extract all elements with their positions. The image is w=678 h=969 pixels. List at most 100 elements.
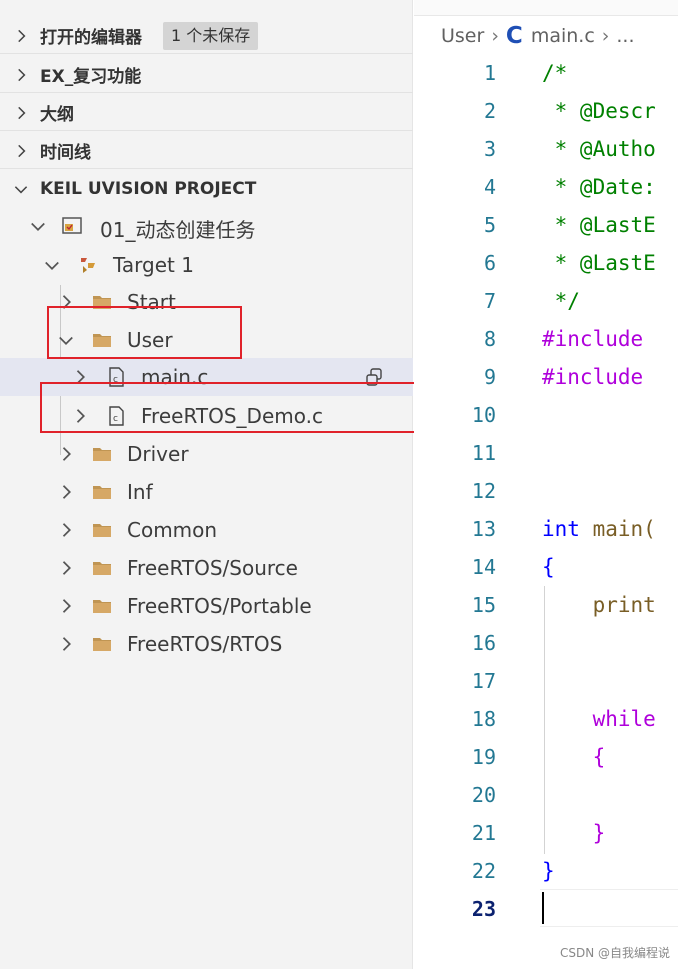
current-line-highlight bbox=[540, 889, 678, 927]
code-line[interactable]: int main( bbox=[542, 510, 656, 548]
line-number: 14 bbox=[471, 555, 496, 579]
line-number: 12 bbox=[471, 479, 496, 503]
code-line[interactable]: * @LastE bbox=[542, 244, 656, 282]
project-icon bbox=[62, 217, 82, 234]
section-title: 大纲 bbox=[40, 104, 74, 125]
breadcrumb-folder[interactable]: User bbox=[441, 25, 484, 47]
breadcrumb: User › C main.c › ... bbox=[441, 22, 635, 50]
folder-icon bbox=[93, 638, 111, 651]
tree-label: Inf bbox=[127, 480, 153, 504]
tree-label: FreeRTOS/Portable bbox=[127, 594, 312, 618]
section-timeline[interactable]: 时间线 bbox=[0, 132, 413, 169]
tree-group-freertos-rtos[interactable]: FreeRTOS/RTOS bbox=[0, 625, 413, 663]
code-line[interactable]: } bbox=[542, 852, 555, 890]
chevron-right-icon bbox=[18, 144, 26, 158]
line-number: 20 bbox=[471, 783, 496, 807]
code-line[interactable]: print bbox=[542, 586, 656, 624]
section-title: KEIL UVISION PROJECT bbox=[40, 178, 257, 199]
code-line[interactable]: * @Autho bbox=[542, 130, 656, 168]
chevron-right-icon bbox=[62, 447, 71, 461]
line-number: 7 bbox=[483, 289, 496, 313]
tab-bar-edge bbox=[414, 0, 678, 16]
tree-group-freertos-portable[interactable]: FreeRTOS/Portable bbox=[0, 587, 413, 625]
tree-project[interactable]: 01_动态创建任务 bbox=[0, 207, 413, 245]
code-line[interactable]: * @Date: bbox=[542, 168, 656, 206]
chevron-down-icon bbox=[45, 261, 59, 270]
tree-label: FreeRTOS/Source bbox=[127, 556, 298, 580]
folder-icon bbox=[93, 562, 111, 575]
code-line[interactable]: * @Descr bbox=[542, 92, 656, 130]
target-label: Target 1 bbox=[113, 253, 194, 277]
code-line[interactable]: * @LastE bbox=[542, 206, 656, 244]
section-title: 时间线 bbox=[40, 142, 91, 163]
tree-group-driver[interactable]: Driver bbox=[0, 435, 413, 473]
chevron-down-icon bbox=[14, 186, 28, 194]
code-line[interactable]: while bbox=[542, 700, 656, 738]
line-number: 22 bbox=[471, 859, 496, 883]
line-number: 1 bbox=[483, 61, 496, 85]
chevron-down-icon bbox=[31, 222, 45, 231]
line-number: 18 bbox=[471, 707, 496, 731]
tree-group-freertos-source[interactable]: FreeRTOS/Source bbox=[0, 549, 413, 587]
text-cursor bbox=[542, 892, 544, 924]
tree-target[interactable]: Target 1 bbox=[0, 246, 413, 284]
tree-label: Common bbox=[127, 518, 218, 542]
chevron-right-icon bbox=[62, 561, 71, 575]
chevron-right-icon bbox=[62, 599, 71, 613]
chevron-right-icon bbox=[62, 523, 71, 537]
section-outline[interactable]: 大纲 bbox=[0, 94, 413, 131]
line-number: 16 bbox=[471, 631, 496, 655]
breadcrumb-file[interactable]: main.c bbox=[531, 25, 595, 47]
tree-group-inf[interactable]: Inf bbox=[0, 473, 413, 511]
folder-icon bbox=[93, 600, 111, 613]
line-number: 6 bbox=[483, 251, 496, 275]
c-language-icon: C bbox=[505, 23, 523, 49]
chevron-right-icon: › bbox=[601, 25, 610, 47]
line-number: 2 bbox=[483, 99, 496, 123]
unsaved-badge: 1 个未保存 bbox=[163, 22, 259, 50]
chevron-right-icon bbox=[62, 637, 71, 651]
folder-icon bbox=[93, 486, 111, 499]
code-line[interactable]: /* bbox=[542, 54, 567, 92]
tree-label: Driver bbox=[127, 442, 189, 466]
code-line[interactable]: */ bbox=[542, 282, 580, 320]
line-number: 19 bbox=[471, 745, 496, 769]
chevron-right-icon bbox=[18, 29, 26, 43]
line-number: 11 bbox=[471, 441, 496, 465]
line-number: 3 bbox=[483, 137, 496, 161]
line-number: 13 bbox=[471, 517, 496, 541]
code-line[interactable]: } bbox=[542, 814, 606, 852]
code-line[interactable]: #include bbox=[542, 358, 643, 396]
chevron-right-icon bbox=[18, 68, 26, 82]
section-keil-project[interactable]: KEIL UVISION PROJECT bbox=[0, 170, 413, 207]
section-ex-review[interactable]: EX_复习功能 bbox=[0, 56, 413, 93]
code-line[interactable]: { bbox=[542, 548, 555, 586]
code-line[interactable]: { bbox=[542, 738, 606, 776]
target-icon bbox=[81, 258, 95, 273]
keyword-int: int bbox=[542, 517, 580, 541]
folder-icon bbox=[93, 448, 111, 461]
chevron-right-icon: › bbox=[491, 25, 499, 47]
line-number: 8 bbox=[483, 327, 496, 351]
section-title: 打开的编辑器 bbox=[40, 27, 142, 48]
line-number: 21 bbox=[471, 821, 496, 845]
line-number: 17 bbox=[471, 669, 496, 693]
highlight-box-freertos-demo bbox=[40, 382, 416, 433]
highlight-box-user bbox=[47, 306, 242, 359]
line-number: 9 bbox=[483, 365, 496, 389]
line-number: 10 bbox=[471, 403, 496, 427]
function-name: main( bbox=[579, 517, 656, 541]
chevron-right-icon bbox=[62, 485, 71, 499]
code-editor[interactable]: User › C main.c › ... 1 2 3 4 5 6 7 8 9 … bbox=[414, 0, 678, 969]
code-text: int main( bbox=[542, 517, 656, 541]
code-line[interactable]: #include bbox=[542, 320, 643, 358]
section-open-editors[interactable]: 打开的编辑器 1 个未保存 bbox=[0, 17, 413, 54]
line-number-active: 23 bbox=[471, 897, 496, 921]
line-number: 15 bbox=[471, 593, 496, 617]
chevron-right-icon bbox=[18, 106, 26, 120]
tree-group-common[interactable]: Common bbox=[0, 511, 413, 549]
breadcrumb-more[interactable]: ... bbox=[616, 25, 634, 47]
line-number: 4 bbox=[483, 175, 496, 199]
section-title: EX_复习功能 bbox=[40, 66, 142, 87]
folder-icon bbox=[93, 524, 111, 537]
